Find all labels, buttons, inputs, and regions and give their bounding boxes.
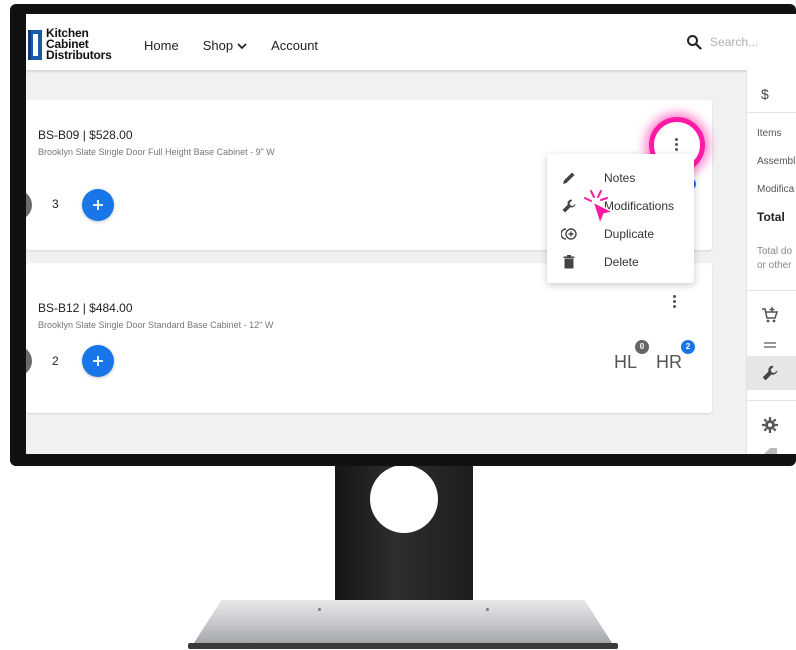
menu-item-notes[interactable]: Notes — [547, 164, 694, 192]
tag-icon[interactable] — [761, 446, 779, 454]
quantity-value: 3 — [52, 197, 59, 211]
nav-shop-label: Shop — [202, 38, 234, 53]
plus-icon — [93, 356, 103, 366]
more-options-icon[interactable] — [668, 293, 682, 311]
cart-item-sku-price: BS-B09 | $528.00 — [38, 128, 133, 142]
divider — [747, 290, 796, 291]
quantity-decrease-button[interactable] — [26, 190, 32, 220]
summary-line: Assembl — [757, 156, 796, 167]
quantity-increase-button[interactable] — [82, 345, 114, 377]
menu-item-label: Delete — [604, 255, 639, 269]
item-options-menu: Notes Modifications Duplicate Delete — [547, 154, 694, 283]
site-header: Kitchen Cabinet Distributors Home Shop A… — [26, 14, 796, 70]
summary-total-label: Total — [757, 210, 785, 224]
monitor-bezel: Kitchen Cabinet Distributors Home Shop A… — [10, 4, 796, 466]
hinge-right-toggle[interactable]: HR — [656, 352, 682, 373]
nav-shop[interactable]: Shop — [203, 38, 247, 53]
logo-wordmark: Kitchen Cabinet Distributors — [46, 27, 136, 62]
summary-line: Items — [757, 128, 782, 139]
divider — [747, 112, 796, 113]
search-bar — [686, 34, 796, 50]
nav-home-label: Home — [144, 38, 179, 53]
equals-icon[interactable] — [761, 336, 779, 354]
cart-item-description: Brooklyn Slate Single Door Full Height B… — [38, 147, 275, 157]
search-input[interactable] — [710, 35, 796, 49]
logo-line: Distributors — [46, 48, 112, 62]
hinge-right-count-badge: 2 — [681, 340, 695, 354]
quantity-value: 2 — [52, 354, 59, 368]
side-modifications-tab[interactable] — [747, 356, 796, 390]
menu-item-modifications[interactable]: Modifications — [547, 192, 694, 220]
trash-icon — [563, 255, 575, 269]
hinge-left-count-badge: 0 — [635, 340, 649, 354]
quantity-decrease-button[interactable] — [26, 346, 32, 376]
summary-note: Total do — [757, 246, 793, 257]
hinge-left-toggle[interactable]: HL — [614, 352, 637, 373]
summary-note: or other — [757, 260, 792, 271]
duplicate-icon — [561, 228, 577, 240]
currency-icon: $ — [761, 86, 769, 102]
nav-home[interactable]: Home — [144, 38, 179, 53]
menu-item-duplicate[interactable]: Duplicate — [547, 220, 694, 248]
menu-item-delete[interactable]: Delete — [547, 248, 694, 276]
menu-item-label: Duplicate — [604, 227, 655, 241]
menu-item-label: Notes — [604, 171, 636, 185]
cart-item-card: BS-B12 | $484.00 Brooklyn Slate Single D… — [26, 263, 712, 413]
cart-item-description: Brooklyn Slate Single Door Standard Base… — [38, 320, 274, 330]
add-to-cart-icon[interactable] — [761, 306, 779, 324]
pencil-icon — [563, 172, 575, 184]
nav-account-label: Account — [271, 38, 319, 53]
more-options-icon — [670, 136, 684, 154]
wrench-icon — [562, 199, 576, 213]
cart-item-sku-price: BS-B12 | $484.00 — [38, 301, 133, 315]
summary-line: Modifica — [757, 184, 795, 195]
logo-mark-icon — [28, 30, 42, 60]
gear-icon[interactable] — [761, 416, 779, 434]
order-summary-panel: $ Items Assembl Modifica Total Total do … — [746, 70, 796, 454]
monitor-neck-cutout — [370, 465, 438, 533]
monitor-stand-shadow — [188, 643, 618, 649]
chevron-down-icon — [237, 42, 247, 49]
main-nav: Home Shop Account — [144, 38, 342, 53]
monitor-screen: Kitchen Cabinet Distributors Home Shop A… — [26, 14, 796, 454]
nav-account[interactable]: Account — [271, 38, 318, 53]
mouse-pointer-icon — [592, 201, 614, 225]
site-logo[interactable]: Kitchen Cabinet Distributors — [26, 27, 136, 64]
stand-screw — [486, 608, 489, 611]
search-icon[interactable] — [686, 34, 702, 50]
stand-screw — [318, 608, 321, 611]
monitor-stand-base — [192, 600, 614, 646]
wrench-icon — [762, 365, 778, 381]
divider — [747, 400, 796, 401]
plus-icon — [93, 200, 103, 210]
quantity-increase-button[interactable] — [82, 189, 114, 221]
